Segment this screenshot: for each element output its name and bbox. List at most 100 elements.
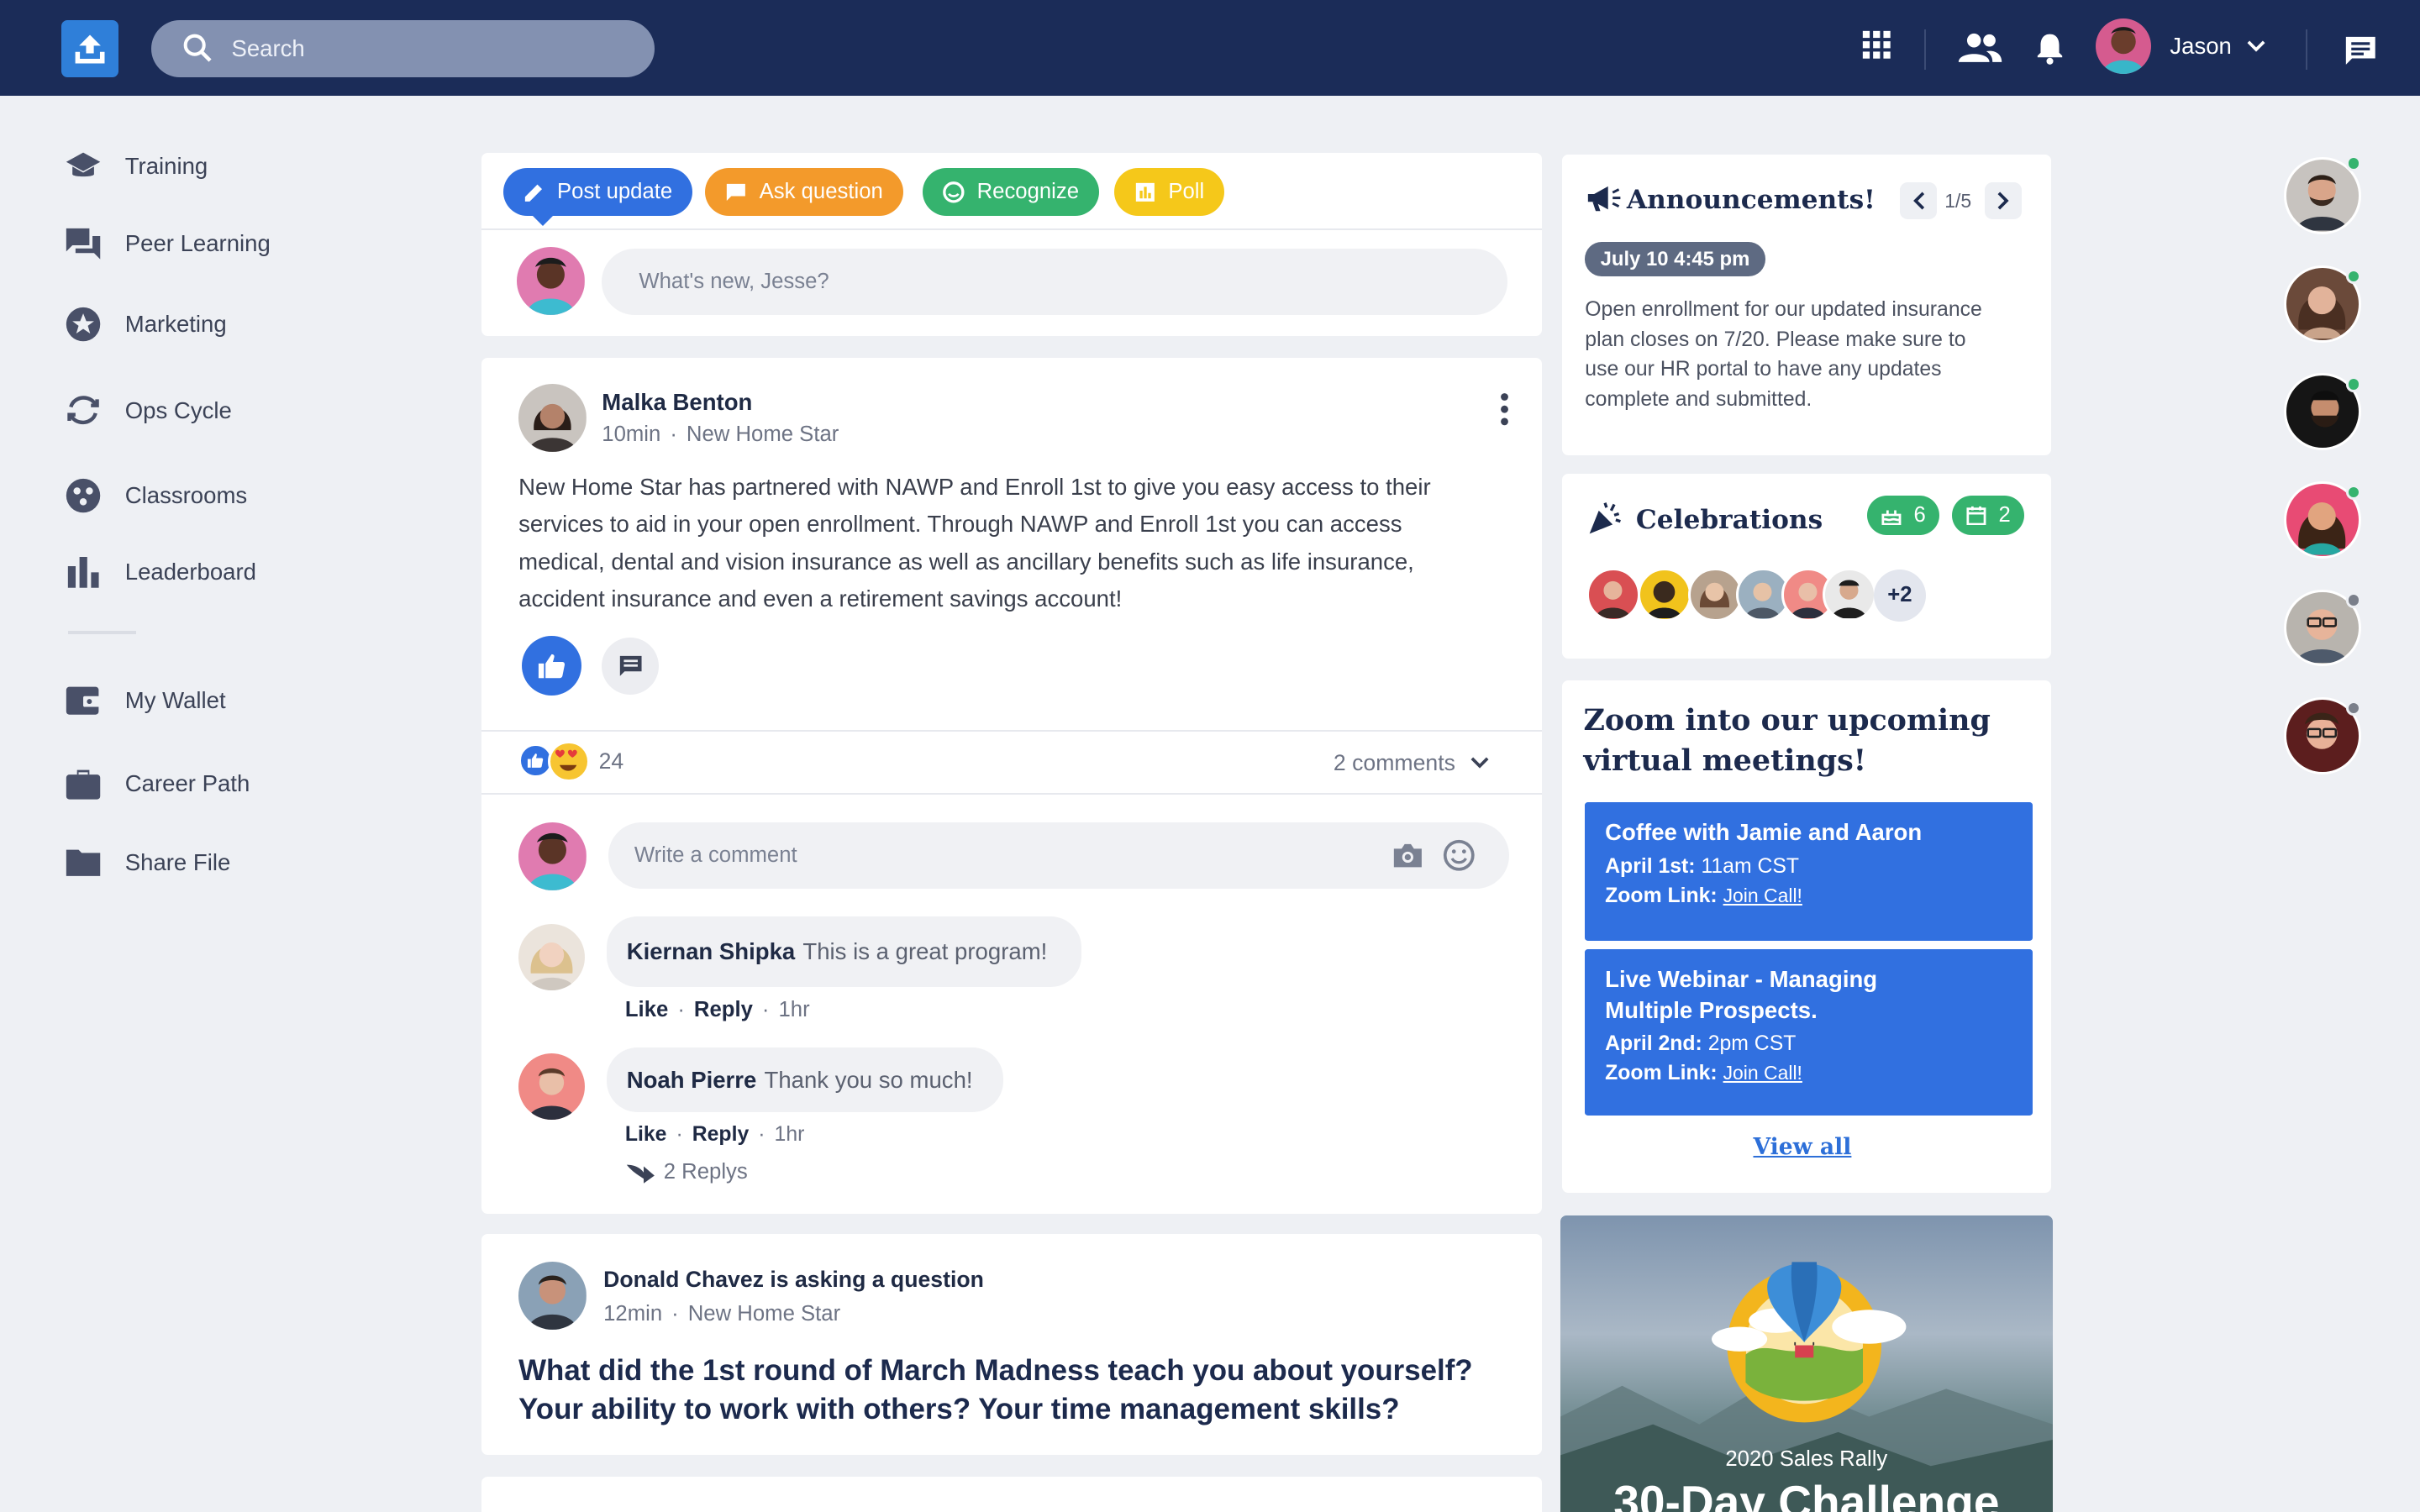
divider bbox=[2306, 29, 2307, 70]
sidebar-item-classrooms[interactable]: Classrooms bbox=[61, 477, 247, 514]
current-user-avatar bbox=[517, 246, 586, 315]
meeting-item[interactable]: Live Webinar - Managing Multiple Prospec… bbox=[1585, 948, 2033, 1116]
sidebar-item-ops-cycle[interactable]: Ops Cycle bbox=[61, 392, 232, 429]
calendar-icon bbox=[1966, 506, 1986, 525]
chevron-right-icon bbox=[1997, 192, 2009, 210]
app-logo[interactable] bbox=[61, 19, 119, 77]
post-meta: 10min · New Home Star bbox=[602, 423, 839, 447]
ask-question-button[interactable]: Ask question bbox=[705, 168, 903, 217]
view-all-link[interactable]: View all bbox=[1753, 1134, 1851, 1160]
meeting-title: Coffee with Jamie and Aaron bbox=[1605, 819, 1923, 846]
comment-button[interactable] bbox=[602, 637, 660, 695]
sidebar-item-my-wallet[interactable]: My Wallet bbox=[61, 682, 226, 719]
chevron-down-icon[interactable] bbox=[2247, 40, 2265, 53]
sidebar-item-training[interactable]: Training bbox=[61, 148, 208, 185]
post-body: New Home Star has partnered with NAWP an… bbox=[518, 474, 1431, 612]
post-composer: Post update Ask question Recognize Poll bbox=[481, 152, 1542, 337]
join-call-link[interactable]: Join Call! bbox=[1723, 1062, 1802, 1084]
comment-like-link[interactable]: Like bbox=[625, 998, 668, 1022]
app-grid-icon[interactable] bbox=[1861, 29, 1892, 60]
poll-icon bbox=[1135, 182, 1155, 202]
sidebar-item-share-file[interactable]: Share File bbox=[61, 844, 230, 881]
anniversaries-badge[interactable]: 2 bbox=[1952, 495, 2025, 536]
sidebar-item-peer-learning[interactable]: Peer Learning bbox=[61, 225, 271, 262]
sidebar-item-career-path[interactable]: Career Path bbox=[61, 765, 250, 802]
whats-new-input[interactable] bbox=[639, 269, 1508, 294]
sidebar-item-marketing[interactable]: Marketing bbox=[61, 306, 227, 343]
meeting-link-row: Zoom Link: Join Call! bbox=[1605, 1062, 1802, 1085]
smile-icon bbox=[943, 181, 965, 203]
top-bar: Jason bbox=[0, 0, 2420, 96]
online-users-column bbox=[2284, 155, 2376, 802]
recognize-button[interactable]: Recognize bbox=[923, 168, 1099, 217]
next-feed-post bbox=[481, 1476, 1542, 1512]
author-avatar[interactable] bbox=[518, 1262, 587, 1331]
meeting-date: April 1st: 11am CST bbox=[1605, 854, 1800, 878]
meetings-card: Zoom into our upcoming virtual meetings!… bbox=[1561, 680, 2051, 1193]
comment-like-link[interactable]: Like bbox=[625, 1123, 667, 1147]
nav-divider bbox=[67, 631, 136, 634]
view-replies-link[interactable]: 2 Replys bbox=[625, 1160, 748, 1184]
comments-toggle[interactable]: 2 comments bbox=[1334, 750, 1489, 776]
more-celebrants-count[interactable]: +2 bbox=[1873, 569, 1927, 622]
camera-icon[interactable] bbox=[1392, 843, 1423, 869]
comment-text: This is a great program! bbox=[802, 938, 1048, 965]
divider bbox=[481, 729, 1542, 732]
join-call-link[interactable]: Join Call! bbox=[1723, 885, 1802, 906]
chat-icon[interactable] bbox=[2344, 35, 2377, 66]
next-button[interactable] bbox=[1984, 181, 2023, 219]
more-options-icon[interactable] bbox=[1500, 392, 1509, 426]
whats-new-field[interactable] bbox=[602, 248, 1508, 315]
comment-time: 1hr bbox=[774, 1123, 805, 1147]
like-button[interactable] bbox=[521, 635, 582, 696]
graduation-cap-icon bbox=[61, 148, 104, 185]
heart-eyes-reaction-icon bbox=[548, 740, 590, 783]
comment-field[interactable] bbox=[608, 822, 1510, 889]
sales-rally-promo[interactable]: 2020 Sales Rally 30-Day Challenge bbox=[1560, 1215, 2053, 1512]
comment-reply-link[interactable]: Reply bbox=[692, 1123, 749, 1147]
comment-bubble: Kiernan Shipka This is a great program! bbox=[606, 916, 1081, 988]
promo-subtitle: 2020 Sales Rally bbox=[1725, 1446, 1888, 1471]
commenter-name[interactable]: Noah Pierre bbox=[627, 1067, 757, 1094]
refresh-icon bbox=[61, 392, 104, 429]
meetings-title: Zoom into our upcoming virtual meetings! bbox=[1583, 702, 1991, 778]
question-text[interactable]: What did the 1st round of March Madness … bbox=[518, 1352, 1506, 1429]
bell-icon[interactable] bbox=[2036, 31, 2064, 65]
celebrations-title: Celebrations bbox=[1635, 504, 1823, 535]
star-circle-icon bbox=[61, 306, 104, 343]
comment-input[interactable] bbox=[634, 843, 1510, 868]
commenter-name[interactable]: Kiernan Shipka bbox=[627, 938, 796, 965]
comment-actions: Like · Reply · 1hr bbox=[624, 998, 810, 1022]
celebrations-card: Celebrations 6 2 +2 bbox=[1561, 473, 2051, 659]
user-menu[interactable]: Jason bbox=[2096, 18, 2265, 75]
prev-button[interactable] bbox=[1899, 181, 1938, 219]
sidebar-item-leaderboard[interactable]: Leaderboard bbox=[61, 554, 256, 591]
forum-icon bbox=[61, 225, 104, 262]
classroom-icon bbox=[61, 477, 104, 514]
people-icon[interactable] bbox=[1957, 33, 2003, 64]
announcement-text: Open enrollment for our updated insuranc… bbox=[1585, 297, 1982, 412]
comment-reply-link[interactable]: Reply bbox=[694, 998, 753, 1022]
party-popper-icon bbox=[1589, 502, 1622, 534]
search-bar[interactable] bbox=[150, 19, 655, 77]
divider bbox=[481, 793, 1542, 795]
online-status bbox=[2345, 484, 2362, 501]
poll-button[interactable]: Poll bbox=[1114, 168, 1225, 217]
search-input[interactable] bbox=[231, 34, 602, 62]
briefcase-icon bbox=[61, 765, 104, 802]
comment-icon bbox=[619, 655, 642, 676]
author-avatar[interactable] bbox=[518, 384, 587, 453]
meeting-item[interactable]: Coffee with Jamie and Aaron April 1st: 1… bbox=[1585, 802, 2033, 942]
celebrants-avatar-stack[interactable]: +2 bbox=[1586, 567, 1957, 623]
thumbs-up-icon bbox=[538, 654, 566, 679]
commenter-avatar[interactable] bbox=[518, 924, 586, 991]
birthdays-badge[interactable]: 6 bbox=[1867, 495, 1940, 536]
post-author-name[interactable]: Malka Benton bbox=[602, 389, 752, 416]
announcement-pager: 1/5 bbox=[1944, 189, 1972, 212]
commenter-avatar[interactable] bbox=[518, 1053, 586, 1121]
announcement-date-badge: July 10 4:45 pm bbox=[1585, 242, 1765, 276]
post-update-button[interactable]: Post update bbox=[502, 168, 693, 217]
chevron-down-icon bbox=[1470, 757, 1489, 769]
search-icon bbox=[183, 34, 212, 63]
emoji-icon[interactable] bbox=[1443, 839, 1476, 872]
